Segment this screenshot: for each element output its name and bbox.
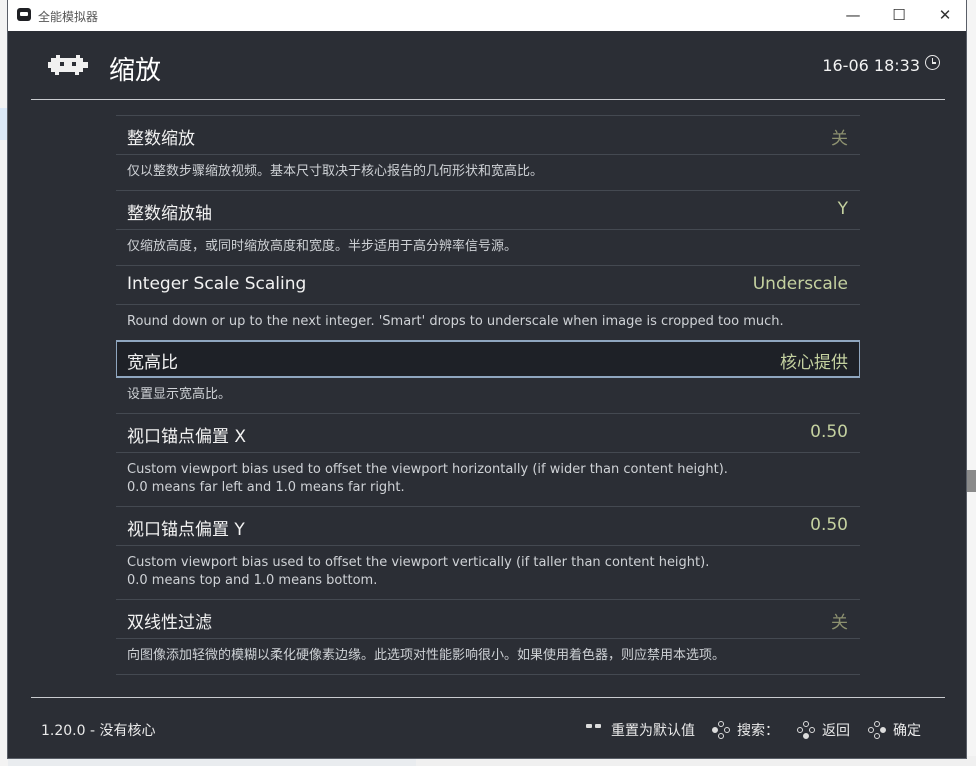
desktop-background-left xyxy=(0,0,8,766)
setting-description: Custom viewport bias used to offset the … xyxy=(116,452,860,506)
menu-header: 缩放 16-06 18:33 xyxy=(8,31,966,99)
search-hint[interactable]: 搜索： xyxy=(712,720,779,740)
retroarch-invader-icon xyxy=(48,55,88,75)
reset-default-hint[interactable]: 重置为默认值 xyxy=(586,720,695,740)
setting-viewport-bias-x[interactable]: 视口锚点偏置 X 0.50 Custom viewport bias used … xyxy=(116,413,860,506)
setting-label: 视口锚点偏置 Y xyxy=(127,520,245,540)
setting-label: 视口锚点偏置 X xyxy=(127,427,247,447)
setting-label: Integer Scale Scaling xyxy=(127,274,307,294)
datetime: 16-06 18:33 xyxy=(822,56,920,75)
setting-integer-scale-axis[interactable]: 整数缩放轴 Y 仅缩放高度，或同时缩放高度和宽度。半步适用于高分辨率信号源。 xyxy=(116,190,860,265)
close-button[interactable]: ✕ xyxy=(922,0,968,31)
setting-value: Y xyxy=(837,199,848,219)
setting-row[interactable]: 双线性过滤 关 xyxy=(116,600,860,638)
window-title: 全能模拟器 xyxy=(38,10,99,24)
app-window: 全能模拟器 — ☐ ✕ 缩放 16-06 18:33 整数缩放 关 仅以整数步骤… xyxy=(8,0,966,758)
title-bar: 全能模拟器 — ☐ ✕ xyxy=(8,0,966,31)
setting-description: 设置显示宽高比。 xyxy=(127,387,232,402)
version-label: 1.20.0 - 没有核心 xyxy=(41,723,156,739)
setting-row[interactable]: 整数缩放 关 xyxy=(116,116,860,154)
settings-list: 整数缩放 关 仅以整数步骤缩放视频。基本尺寸取决于核心报告的几何形状和宽高比。 … xyxy=(116,115,860,695)
setting-description: Custom viewport bias used to offset the … xyxy=(116,545,860,599)
select-button-icon xyxy=(586,721,604,739)
setting-value: 0.50 xyxy=(810,422,848,442)
setting-aspect-ratio[interactable]: 宽高比 核心提供 设置显示宽高比。 xyxy=(116,340,860,413)
hint-label: 重置为默认值 xyxy=(611,723,695,739)
setting-row[interactable]: Integer Scale Scaling Underscale xyxy=(116,266,860,304)
hint-label: 搜索： xyxy=(737,723,779,739)
setting-value: 核心提供 xyxy=(780,353,848,373)
setting-label: 整数缩放 xyxy=(127,129,195,149)
setting-label: 整数缩放轴 xyxy=(127,204,212,224)
setting-value: Underscale xyxy=(752,274,848,294)
setting-integer-scale-scaling[interactable]: Integer Scale Scaling Underscale Round d… xyxy=(116,265,860,340)
setting-description: Round down or up to the next integer. 'S… xyxy=(116,304,860,340)
back-hint[interactable]: 返回 xyxy=(797,720,850,740)
setting-bilinear-filter[interactable]: 双线性过滤 关 向图像添加轻微的模糊以柔化硬像素边缘。此选项对性能影响很小。如果… xyxy=(116,599,860,674)
setting-description: 仅以整数步骤缩放视频。基本尺寸取决于核心报告的几何形状和宽高比。 xyxy=(116,154,860,190)
setting-row[interactable]: 视口锚点偏置 Y 0.50 xyxy=(116,507,860,545)
hint-label: 返回 xyxy=(822,723,850,739)
ok-hint[interactable]: 确定 xyxy=(868,720,921,740)
header-divider xyxy=(31,99,945,100)
setting-label: 宽高比 xyxy=(127,353,178,373)
setting-label: 双线性过滤 xyxy=(127,613,212,633)
setting-next-partial[interactable] xyxy=(116,674,860,695)
page-title: 缩放 xyxy=(109,56,162,86)
setting-description: 仅缩放高度，或同时缩放高度和宽度。半步适用于高分辨率信号源。 xyxy=(116,229,860,265)
clock-icon xyxy=(925,55,940,70)
setting-value: 0.50 xyxy=(810,515,848,535)
setting-row[interactable]: 视口锚点偏置 X 0.50 xyxy=(116,414,860,452)
gamepad-b-button-icon xyxy=(797,721,815,739)
desktop-fragment xyxy=(966,470,976,492)
desktop-fragment xyxy=(0,108,8,140)
hint-label: 确定 xyxy=(893,723,921,739)
setting-viewport-bias-y[interactable]: 视口锚点偏置 Y 0.50 Custom viewport bias used … xyxy=(116,506,860,599)
setting-value: 关 xyxy=(831,129,848,149)
setting-value: 关 xyxy=(831,613,848,633)
setting-integer-scale[interactable]: 整数缩放 关 仅以整数步骤缩放视频。基本尺寸取决于核心报告的几何形状和宽高比。 xyxy=(116,115,860,190)
gamepad-y-button-icon xyxy=(712,721,730,739)
minimize-button[interactable]: — xyxy=(830,0,876,31)
gamepad-a-button-icon xyxy=(868,721,886,739)
app-icon xyxy=(17,8,31,21)
setting-row[interactable] xyxy=(116,675,860,695)
maximize-button[interactable]: ☐ xyxy=(876,0,922,31)
setting-description: 向图像添加轻微的模糊以柔化硬像素边缘。此选项对性能影响很小。如果使用着色器，则应… xyxy=(116,638,860,674)
setting-row-selected[interactable]: 宽高比 核心提供 xyxy=(116,340,860,378)
footer-bar: 1.20.0 - 没有核心 重置为默认值 搜索： 返回 确定 xyxy=(8,698,966,758)
desktop-background-right xyxy=(966,0,976,766)
setting-row[interactable]: 整数缩放轴 Y xyxy=(116,191,860,229)
